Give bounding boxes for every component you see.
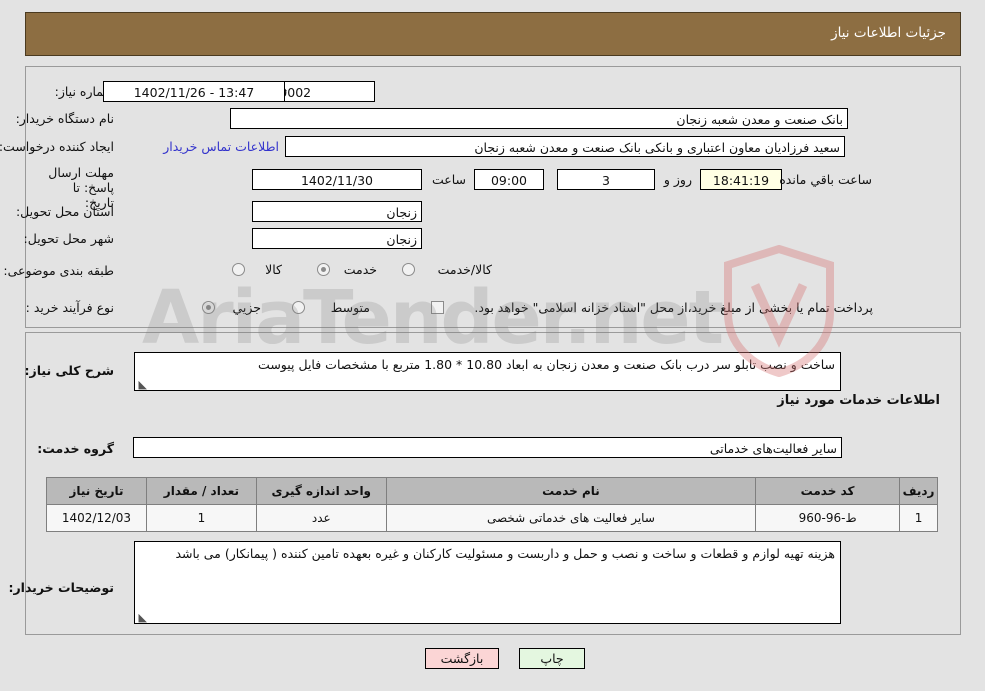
- cell-code: ط-96-960: [755, 504, 901, 532]
- delivery-province-value: زنجان: [252, 201, 422, 222]
- print-button[interactable]: چاپ: [519, 648, 585, 669]
- delivery-province-label: استان محل تحویل:: [15, 204, 114, 219]
- deadline-hour-value: 09:00: [474, 169, 544, 190]
- buyer-org-value: بانک صنعت و معدن شعبه زنجان: [230, 108, 848, 129]
- delivery-city-label: شهر محل تحویل:: [23, 231, 114, 246]
- radio-process-jozii[interactable]: [202, 301, 215, 314]
- countdown-timer-value: 18:41:19: [700, 169, 782, 190]
- service-group-value: سایر فعالیت‌های خدماتی: [133, 437, 842, 458]
- remaining-days-value: 3: [557, 169, 655, 190]
- cell-need-date: 1402/12/03: [46, 504, 147, 532]
- radio-category-kala-khedmat-label: کالا/خدمت: [437, 262, 492, 277]
- back-button[interactable]: بازگشت: [425, 648, 499, 669]
- th-quantity: تعداد / مقدار: [145, 477, 257, 505]
- buyer-notes-textarea[interactable]: هزینه تهیه لوازم و قطعات و ساخت و نصب و …: [134, 541, 841, 624]
- radio-category-khedmat-label: خدمت: [343, 262, 377, 277]
- cell-row: 1: [899, 504, 938, 532]
- deadline-date-value: 1402/11/30: [252, 169, 422, 190]
- services-table: ردیف کد خدمت نام خدمت واحد اندازه گیری ت…: [46, 477, 938, 532]
- th-row: ردیف: [899, 477, 938, 505]
- table-row[interactable]: 1 ط-96-960 سایر فعالیت های خدماتی شخصی ع…: [46, 504, 938, 532]
- radio-process-jozii-label: جزیي: [232, 300, 261, 315]
- cell-name: سایر فعالیت های خدماتی شخصی: [385, 504, 757, 532]
- resize-grip-icon[interactable]: ◣: [138, 379, 147, 390]
- buyer-contact-link[interactable]: اطلاعات تماس خریدار: [163, 139, 279, 154]
- creator-label: ایجاد کننده درخواست:: [0, 139, 114, 154]
- resize-grip-icon[interactable]: ◣: [138, 612, 147, 623]
- checkbox-islamic-treasury-bonds-label: پرداخت تمام یا بخشی از مبلغ خرید،از محل …: [474, 300, 873, 315]
- radio-category-kala[interactable]: [232, 263, 245, 276]
- radio-category-kala-label: کالا: [265, 262, 282, 277]
- process-label: نوع فرآیند خرید :: [25, 300, 114, 315]
- checkbox-islamic-treasury-bonds[interactable]: [431, 301, 444, 314]
- buyer-notes-value: هزینه تهیه لوازم و قطعات و ساخت و نصب و …: [175, 546, 835, 561]
- countdown-label: ساعت باقي مانده: [779, 172, 872, 187]
- service-group-label: گروه خدمت:: [37, 441, 114, 456]
- services-section-heading: اطلاعات خدمات مورد نیاز: [777, 393, 940, 408]
- radio-category-khedmat[interactable]: [317, 263, 330, 276]
- general-description-textarea[interactable]: ساخت و نصب تابلو سر درب بانک صنعت و معدن…: [134, 352, 841, 391]
- buyer-org-label: نام دستگاه خریدار:: [15, 111, 114, 126]
- cell-quantity: 1: [145, 504, 257, 532]
- th-code: کد خدمت: [755, 477, 901, 505]
- radio-process-motavasset[interactable]: [292, 301, 305, 314]
- creator-value: سعید فرزادیان معاون اعتباری و بانکی بانک…: [285, 136, 845, 157]
- th-unit: واحد اندازه گیری: [255, 477, 387, 505]
- delivery-city-value: زنجان: [252, 228, 422, 249]
- table-header-row: ردیف کد خدمت نام خدمت واحد اندازه گیری ت…: [46, 477, 938, 505]
- deadline-hour-label: ساعت: [431, 172, 466, 187]
- th-name: نام خدمت: [385, 477, 757, 505]
- th-need-date: تاریخ نیاز: [46, 477, 147, 505]
- radio-process-motavasset-label: متوسط: [330, 300, 370, 315]
- need-info-panel: [25, 66, 961, 328]
- radio-category-kala-khedmat[interactable]: [402, 263, 415, 276]
- page-title: جزئیات اطلاعات نیاز: [831, 25, 946, 41]
- category-label: طبقه بندی موضوعی:: [3, 263, 114, 278]
- page-header-bar: جزئیات اطلاعات نیاز: [25, 12, 961, 56]
- announce-value: 13:47 - 1402/11/26: [103, 81, 285, 102]
- cell-unit: عدد: [255, 504, 387, 532]
- general-description-value: ساخت و نصب تابلو سر درب بانک صنعت و معدن…: [258, 357, 835, 372]
- remaining-days-label: روز و: [663, 172, 692, 187]
- general-description-label: شرح کلی نیاز:: [24, 363, 114, 378]
- buyer-notes-label: توضیحات خریدار:: [8, 580, 114, 595]
